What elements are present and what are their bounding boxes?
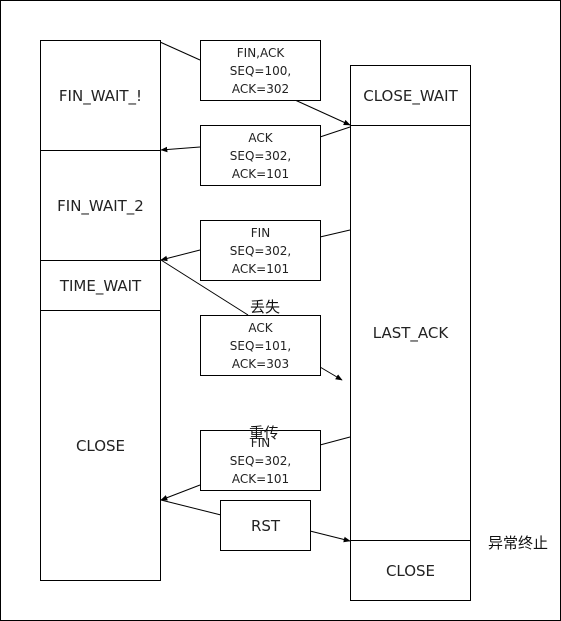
message-line: SEQ=101,	[229, 338, 292, 353]
message-line: FIN,ACK	[236, 45, 285, 60]
server-state-label: CLOSE_WAIT	[363, 86, 458, 105]
message-line: ACK=101	[231, 166, 290, 181]
server-state-label: LAST_ACK	[372, 324, 449, 342]
note-retransmit: 重传	[249, 424, 280, 442]
server-state-close: CLOSE	[350, 540, 471, 601]
server-state-last-ack: LAST_ACK	[350, 125, 471, 541]
message-line: SEQ=100,	[229, 63, 292, 78]
message-line: ACK=101	[231, 261, 290, 276]
fin-ack-arrow-in	[294, 99, 351, 126]
client-state-label: FIN_WAIT_!	[58, 86, 143, 105]
rst-arrow-out	[160, 499, 222, 516]
client-state-label: CLOSE	[75, 436, 126, 455]
message-fin-ack: FIN,ACK SEQ=100, ACK=302	[200, 40, 321, 101]
rst-label: RST	[250, 516, 281, 535]
message-line: ACK	[248, 320, 273, 335]
server-state-label: CLOSE	[385, 561, 436, 580]
fin1-arrow-in	[160, 249, 201, 262]
message-ack-1: ACK SEQ=302, ACK=101	[200, 125, 321, 186]
message-line: SEQ=302,	[229, 243, 292, 258]
ack1-arrow-out	[319, 126, 351, 138]
message-line: ACK	[248, 130, 273, 145]
message-fin-1: FIN SEQ=302, ACK=101	[200, 220, 321, 281]
rst-arrow-in	[309, 530, 351, 543]
message-line: ACK=303	[231, 356, 290, 371]
fin-ack-arrow-out	[159, 41, 201, 61]
fin2-arrow-out	[319, 436, 351, 446]
client-state-close: CLOSE	[40, 310, 161, 581]
message-line: ACK=101	[231, 471, 290, 486]
fin1-arrow-out	[319, 229, 351, 238]
ack2-arrow-in	[319, 366, 343, 381]
message-ack-2: ACK SEQ=101, ACK=303	[200, 315, 321, 376]
message-line: ACK=302	[231, 81, 290, 96]
ack1-arrow-in	[160, 146, 201, 153]
server-state-close-wait: CLOSE_WAIT	[350, 65, 471, 126]
client-state-fin-wait-2: FIN_WAIT_2	[40, 150, 161, 261]
note-lost: 丢失	[250, 298, 281, 316]
client-state-label: TIME_WAIT	[59, 276, 142, 295]
client-state-label: FIN_WAIT_2	[57, 196, 144, 215]
client-state-fin-wait-1: FIN_WAIT_!	[40, 40, 161, 151]
fin2-arrow-in	[160, 484, 201, 501]
rst-box: RST	[220, 500, 311, 551]
message-line: FIN	[250, 225, 271, 240]
note-abnormal-termination: 异常终止	[488, 534, 549, 552]
message-line: SEQ=302,	[229, 453, 292, 468]
message-line: SEQ=302,	[229, 148, 292, 163]
client-state-time-wait: TIME_WAIT	[40, 260, 161, 311]
